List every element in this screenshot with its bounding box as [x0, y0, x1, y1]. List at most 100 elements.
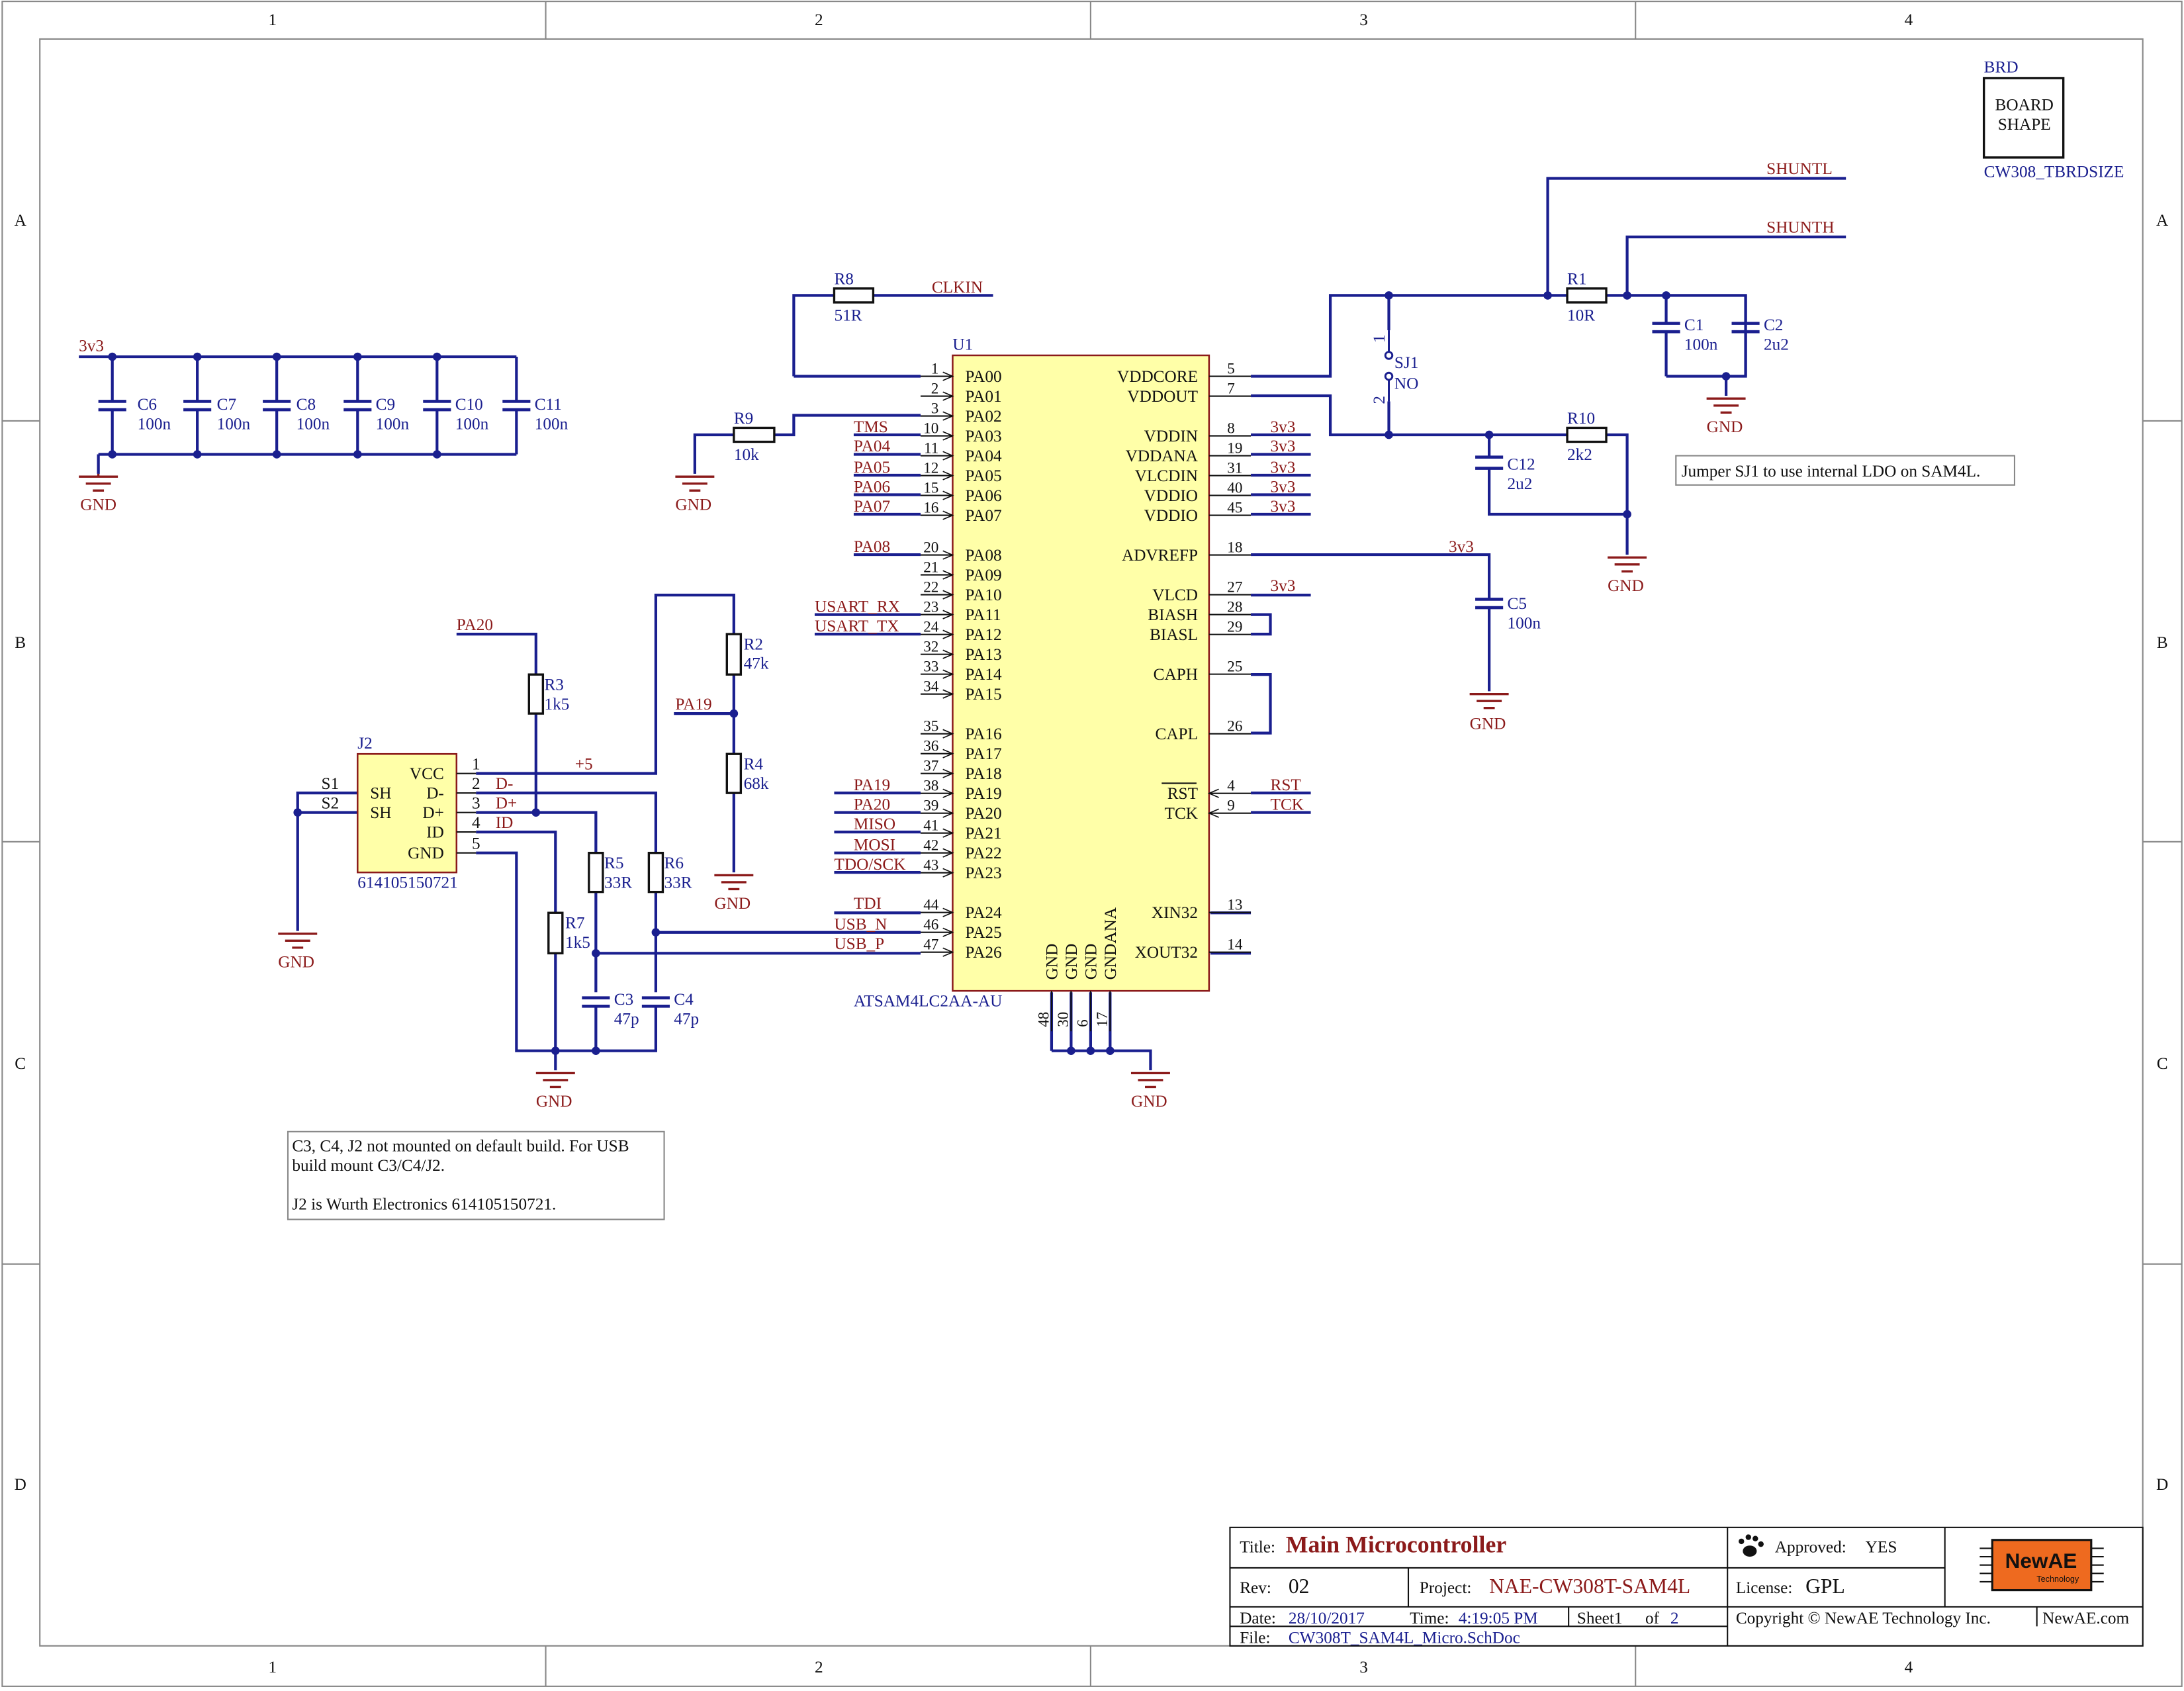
u1-pin-number: 30: [1055, 1012, 1072, 1027]
r3-body: [527, 673, 545, 715]
j2-pin-dminus-name: D-: [426, 784, 444, 803]
r9-value: 10k: [734, 445, 759, 464]
u1-pin-number: 13: [1227, 896, 1242, 913]
j2-pin-1-number: 1: [472, 754, 480, 773]
board-designator: BRD: [1984, 58, 2019, 76]
j2-pin-4-number: 4: [472, 813, 480, 832]
net-3v3-vddio-40: 3v3: [1271, 477, 1296, 496]
j2-pin-gnd-name: GND: [408, 844, 444, 862]
j2-shield1-number: S1: [322, 774, 340, 793]
site: NewAE.com: [2042, 1609, 2129, 1627]
gnd-symbol-r9: [675, 475, 715, 492]
u1-pin-name: VLCDIN: [1135, 467, 1198, 485]
schematic-sheet: 1 2 3 4 1 2 3 4 A B C D A B C D 1 PA00 2…: [0, 0, 2184, 1688]
net-gnd-c5: GND: [1470, 714, 1506, 733]
net-pa20-r3: PA20: [457, 616, 493, 634]
u1-pin-name: PA05: [965, 467, 1001, 485]
net-plus5: +5: [575, 754, 593, 773]
net-3v3-vddin: 3v3: [1271, 418, 1296, 436]
c5-plates: [1475, 598, 1504, 610]
frame-row-a-left: A: [15, 211, 27, 230]
u1-pin-name: TCK: [1165, 804, 1199, 823]
usb-note-line2: build mount C3/C4/J2.: [292, 1156, 445, 1175]
c12-value: 2u2: [1507, 475, 1532, 493]
c8-ref: C8: [296, 395, 316, 414]
u1-pin-name: PA09: [965, 566, 1001, 584]
net-pa04: PA04: [854, 437, 891, 455]
net-shunth: SHUNTH: [1766, 218, 1834, 237]
time-value: 4:19:05 PM: [1459, 1609, 1538, 1627]
r1-body: [1566, 287, 1608, 304]
u1-pin-number: 12: [923, 459, 938, 477]
net-dminus: D-: [496, 774, 514, 793]
board-line2: SHAPE: [1998, 115, 2051, 134]
u1-pin-name: GND: [1042, 944, 1061, 980]
u1-pin-number: 8: [1227, 420, 1235, 437]
r10-body: [1566, 426, 1608, 443]
sj1-pin-1: 1: [1370, 334, 1388, 343]
u1-pin-number: 32: [923, 638, 938, 655]
net-pa07: PA07: [854, 497, 890, 516]
r9-ref: R9: [734, 409, 753, 428]
net-3v3-decoupling: 3v3: [79, 337, 104, 355]
c1-ref: C1: [1684, 316, 1704, 334]
frame-row-d-right: D: [2156, 1475, 2168, 1494]
c10-value: 100n: [455, 415, 489, 434]
u1-pin-name: PA12: [965, 625, 1001, 644]
j2-pin-id-name: ID: [426, 823, 444, 842]
c1-value: 100n: [1684, 336, 1718, 354]
approved-value: YES: [1866, 1538, 1897, 1557]
r9-body: [733, 426, 776, 443]
net-tms: TMS: [854, 418, 888, 436]
c4-ref: C4: [674, 990, 694, 1009]
net-3v3-vddana: 3v3: [1271, 437, 1296, 455]
jumper-note: Jumper SJ1 to use internal LDO on SAM4L.: [1675, 455, 2016, 486]
c5-ref: C5: [1507, 594, 1526, 613]
board-part: CW308_TBRDSIZE: [1984, 162, 2124, 181]
u1-pin-number: 40: [1227, 479, 1242, 496]
u1-pin-number: 19: [1227, 439, 1242, 457]
net-shuntl: SHUNTL: [1766, 160, 1833, 178]
file-label: File:: [1240, 1629, 1270, 1647]
net-gnd-r4: GND: [714, 894, 751, 913]
u1-pin-number: 41: [923, 817, 938, 834]
r7-ref: R7: [565, 913, 584, 932]
r6-ref: R6: [664, 854, 684, 872]
gnd-symbol-usb: [535, 1072, 575, 1089]
frame-col-2-bottom: 2: [815, 1658, 823, 1676]
c6-plates: [98, 400, 126, 412]
sheet-of-label: of: [1645, 1609, 1660, 1627]
u1-pin-name: PA13: [965, 645, 1001, 664]
c11-plates: [502, 400, 531, 412]
r10-ref: R10: [1567, 409, 1595, 428]
u1-pin-number: 35: [923, 717, 938, 735]
r3-ref: R3: [544, 675, 563, 694]
u1-pin-number: 39: [923, 797, 938, 814]
u1-pin-name: PA14: [965, 665, 1002, 684]
u1-pin-name: PA26: [965, 943, 1001, 962]
u1-pin-number: 46: [923, 917, 938, 934]
time-label: Time:: [1410, 1609, 1449, 1627]
sheet-label: Sheet1: [1577, 1609, 1623, 1627]
c9-plates: [343, 400, 372, 412]
gnd-symbol-r10: [1608, 556, 1647, 573]
r8-value: 51R: [834, 306, 862, 324]
license-label: License:: [1736, 1578, 1793, 1597]
u1-pin-name: VDDIN: [1144, 427, 1198, 445]
u1-pin-name: PA02: [965, 407, 1001, 426]
u1-pin-name: VDDIO: [1144, 486, 1198, 505]
net-pa20: PA20: [854, 795, 890, 813]
r3-value: 1k5: [544, 695, 569, 713]
u1-pin-number: 31: [1227, 459, 1242, 477]
c6-ref: C6: [138, 395, 157, 414]
u1-pin-name: PA08: [965, 546, 1001, 565]
r1-value: 10R: [1567, 306, 1595, 324]
u1-pin-name: XIN32: [1152, 903, 1198, 922]
net-pa19: PA19: [854, 776, 890, 794]
c5-value: 100n: [1507, 614, 1541, 633]
frame-col-2-top: 2: [815, 11, 823, 29]
c8-value: 100n: [296, 415, 330, 434]
c7-plates: [183, 400, 212, 412]
c3-plates: [582, 996, 610, 1008]
net-miso: MISO: [854, 815, 895, 833]
